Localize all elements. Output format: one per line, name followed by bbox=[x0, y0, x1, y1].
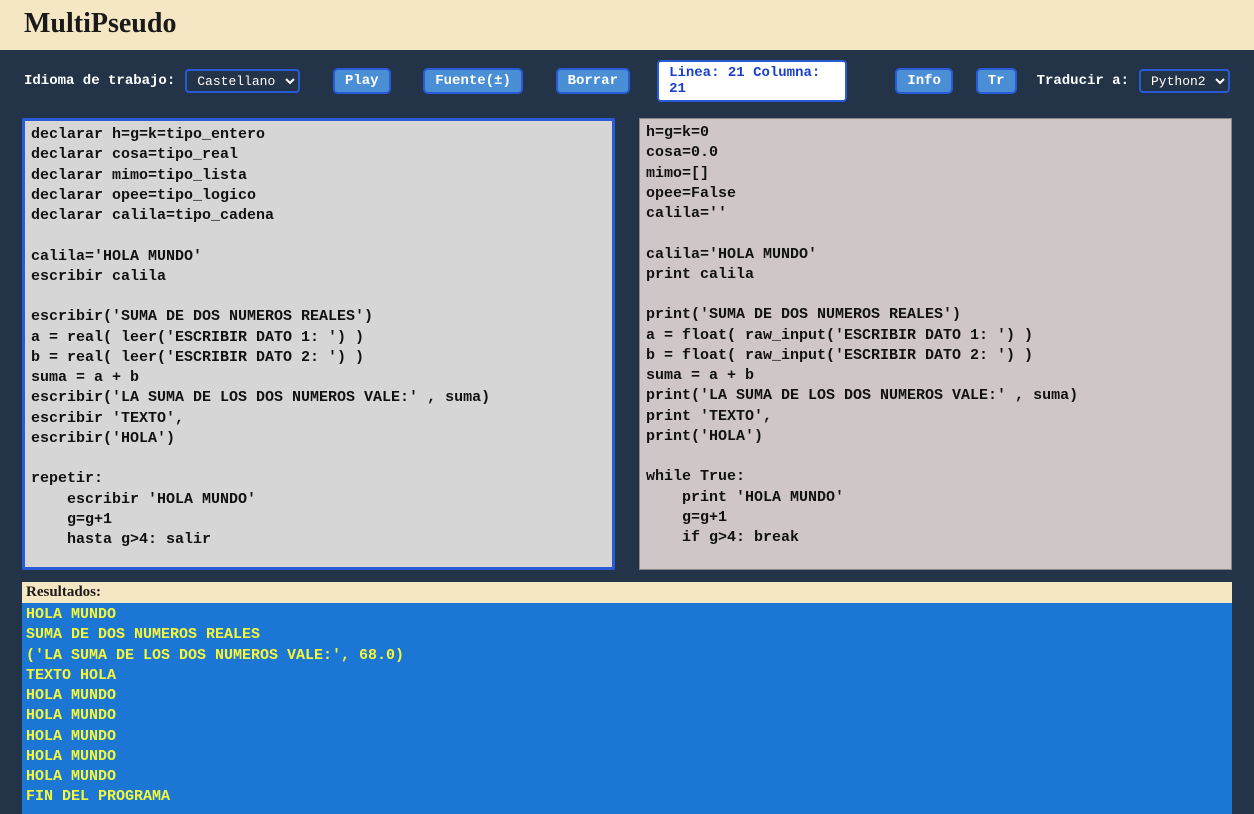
play-button[interactable]: Play bbox=[333, 68, 391, 94]
app-title: MultiPseudo bbox=[24, 8, 1230, 40]
language-select[interactable]: Castellano bbox=[185, 69, 300, 93]
results-header: Resultados: bbox=[22, 582, 1232, 603]
info-button[interactable]: Info bbox=[895, 68, 953, 94]
results-output: HOLA MUNDO SUMA DE DOS NUMEROS REALES ('… bbox=[22, 603, 1232, 814]
cursor-status: Linea: 21 Columna: 21 bbox=[657, 60, 847, 102]
translated-output[interactable]: h=g=k=0 cosa=0.0 mimo=[] opee=False cali… bbox=[639, 118, 1232, 570]
source-editor[interactable] bbox=[22, 118, 615, 570]
source-editor-container bbox=[22, 118, 615, 570]
translate-button[interactable]: Tr bbox=[976, 68, 1017, 94]
clear-button[interactable]: Borrar bbox=[556, 68, 630, 94]
app-header: MultiPseudo bbox=[0, 0, 1254, 50]
language-label: Idioma de trabajo: bbox=[24, 73, 175, 89]
font-button[interactable]: Fuente(±) bbox=[423, 68, 523, 94]
translate-label: Traducir a: bbox=[1037, 73, 1129, 89]
translated-editor-container: h=g=k=0 cosa=0.0 mimo=[] opee=False cali… bbox=[639, 118, 1232, 570]
editor-area: h=g=k=0 cosa=0.0 mimo=[] opee=False cali… bbox=[0, 112, 1254, 570]
results-panel: Resultados: HOLA MUNDO SUMA DE DOS NUMER… bbox=[22, 582, 1232, 814]
toolbar: Idioma de trabajo: Castellano Play Fuent… bbox=[0, 50, 1254, 112]
translate-select[interactable]: Python2 bbox=[1139, 69, 1230, 93]
